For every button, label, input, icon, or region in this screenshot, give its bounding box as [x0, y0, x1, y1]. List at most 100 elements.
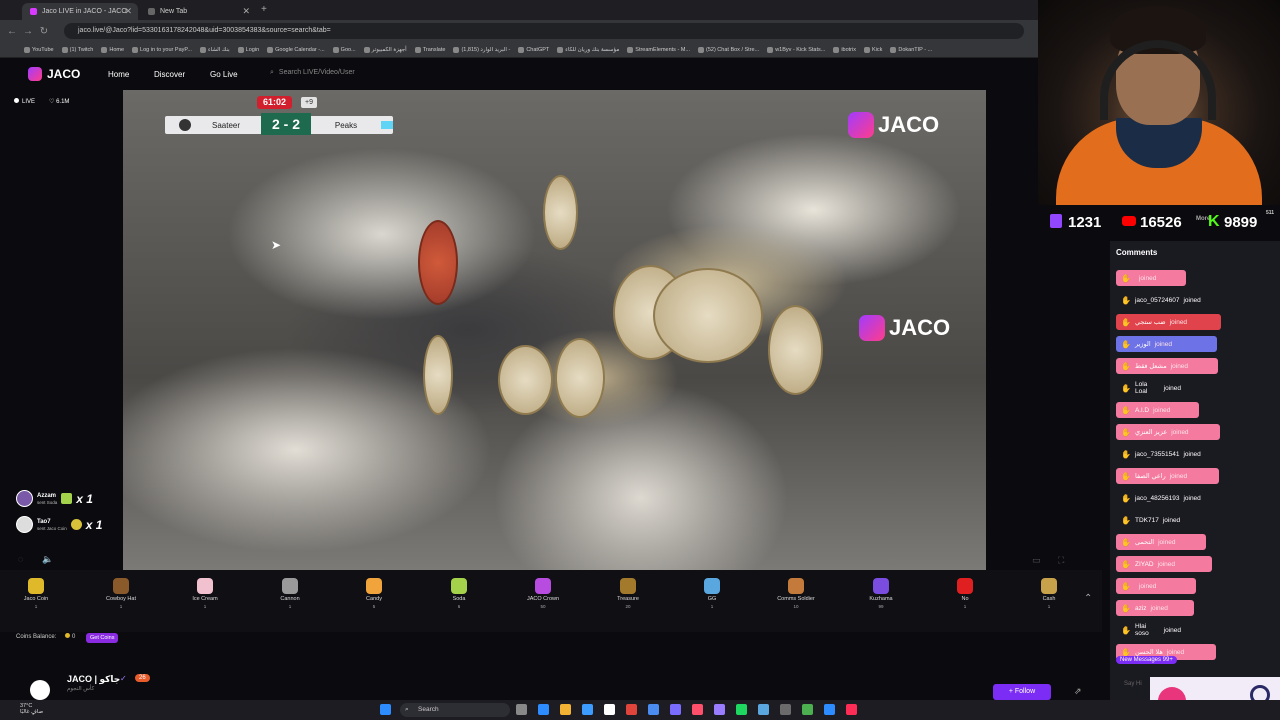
bookmark-item[interactable]: البريد الوارد (1,815) - — [453, 46, 510, 53]
close-tab-icon[interactable]: ✕ — [242, 6, 250, 17]
bookmark-item[interactable]: بنك الشاء — [199, 46, 230, 53]
bookmark-item[interactable]: (1) Twitch — [61, 46, 93, 53]
taskbar-app-icon[interactable] — [780, 704, 791, 715]
taskbar-app-icon[interactable] — [582, 704, 593, 715]
browser-tabbar: Jaco LIVE in JACO - JACO ✕ New Tab ✕ + — [0, 0, 1038, 20]
chat-placeholder: Say Hi — [1124, 681, 1142, 687]
chat-username[interactable]: ضب ستجي — [1135, 318, 1166, 326]
fullscreen-icon[interactable]: ⛶ — [1058, 555, 1064, 566]
chat-username[interactable]: راعي الصفا — [1135, 472, 1166, 480]
avatar[interactable] — [30, 680, 50, 700]
viewer-count: ♡ 6.1M — [49, 98, 69, 105]
chat-username[interactable]: هلا الحسن — [1135, 648, 1163, 656]
bookmark-item[interactable]: ChatGPT — [518, 46, 549, 53]
taskbar-app-icon[interactable] — [604, 704, 615, 715]
taskbar-app-icon[interactable] — [648, 704, 659, 715]
channel-name[interactable]: JACO | جاكو — [67, 674, 120, 685]
chat-username[interactable]: Lola Loal — [1135, 381, 1160, 395]
gift-item[interactable]: Comms Soldier 10 — [766, 578, 826, 609]
gift-item[interactable]: Treasure 20 — [598, 578, 658, 609]
theater-mode-icon[interactable]: ▭ — [1032, 555, 1041, 566]
gift-item[interactable]: Cash 1 — [1019, 578, 1079, 609]
nav-go-live[interactable]: Go Live — [210, 70, 238, 79]
gift-item[interactable]: No 1 — [935, 578, 995, 609]
gift-item[interactable]: Cowboy Hat 1 — [91, 578, 151, 609]
bookmark-item[interactable]: Google Calendar -... — [267, 46, 325, 53]
chat-username[interactable]: ZIYAD — [1135, 561, 1154, 568]
windows-start-icon[interactable] — [380, 704, 391, 715]
taskbar-app-icon[interactable] — [846, 704, 857, 715]
taskbar-app-icon[interactable] — [758, 704, 769, 715]
bookmark-item[interactable]: أجهزة الكمبيوتر — [363, 46, 407, 53]
chat-username[interactable]: TDK717 — [1135, 517, 1159, 524]
channel-info: JACO | جاكو ✓ 26 كأس النجوم + Follow ⇗ — [0, 646, 1102, 700]
gift-item[interactable]: Cannon 1 — [260, 578, 320, 609]
bookmark-item[interactable]: Log in to your PayP... — [132, 46, 192, 53]
taskbar-app-icon[interactable] — [670, 704, 681, 715]
taskbar-search[interactable]: ⌕ Search — [400, 703, 510, 717]
bookmark-item[interactable]: StreamElements - M... — [627, 46, 690, 53]
reload-icon[interactable]: ↻ — [36, 26, 52, 37]
gift-item[interactable]: Jaco Coin 1 — [6, 578, 66, 609]
chat-username[interactable]: aziz — [1135, 605, 1147, 612]
chat-username[interactable]: jaco_73551541 — [1135, 451, 1179, 458]
forward-icon[interactable]: → — [20, 26, 36, 37]
taskbar-app-icon[interactable] — [692, 704, 703, 715]
bookmark-item[interactable]: Translate — [414, 46, 445, 53]
taskbar-app-icon[interactable] — [824, 704, 835, 715]
chevron-up-icon[interactable]: ⌃ — [1084, 593, 1092, 604]
gift-item[interactable]: Ice Cream 1 — [175, 578, 235, 609]
bookmark-item[interactable]: DokanTIP - ... — [890, 46, 932, 53]
taskbar-app-icon[interactable] — [538, 704, 549, 715]
bookmark-favicon-icon — [132, 46, 139, 53]
bookmark-item[interactable]: ibotrix — [833, 46, 856, 53]
bookmark-item[interactable]: مؤسسة بنك وريان للكاء — [557, 46, 619, 53]
play-icon[interactable]: ◌ — [18, 554, 23, 564]
taskbar-app-icon[interactable] — [516, 704, 527, 715]
taskbar-app-icon[interactable] — [802, 704, 813, 715]
chat-username[interactable]: التحمى — [1135, 538, 1154, 546]
tab-newtab[interactable]: New Tab ✕ — [140, 3, 256, 20]
gift-item[interactable]: GG 1 — [682, 578, 742, 609]
tab-jaco[interactable]: Jaco LIVE in JACO - JACO ✕ — [22, 3, 138, 20]
bookmark-item[interactable]: Login — [237, 46, 259, 53]
search-input[interactable]: ⌕ Search LIVE/Video/User — [270, 69, 355, 77]
chat-username[interactable]: Hlai soso — [1135, 623, 1160, 637]
url-input[interactable]: jaco.live/@Jaco?lid=5330163178242048&uid… — [64, 23, 1024, 39]
chat-username[interactable]: jaco_05724607 — [1135, 297, 1179, 304]
new-tab-icon[interactable]: + — [261, 4, 267, 15]
chat-username[interactable]: A.l.D — [1135, 407, 1149, 414]
close-tab-icon[interactable]: ✕ — [124, 6, 132, 17]
bookmark-item[interactable]: Kick — [863, 46, 882, 53]
bookmark-item[interactable]: YouTube — [24, 46, 54, 53]
volume-icon[interactable]: 🔈 — [42, 554, 53, 565]
gift-item[interactable]: JACO Crown 50 — [513, 578, 573, 609]
jaco-watermark: JACO — [859, 315, 950, 341]
taskbar-app-icon[interactable] — [714, 704, 725, 715]
chat-username[interactable]: الوزير — [1135, 340, 1151, 348]
jaco-logo[interactable]: JACO — [28, 67, 80, 81]
bookmark-favicon-icon — [627, 46, 634, 53]
gift-item[interactable]: Soda 6 — [429, 578, 489, 609]
bookmark-item[interactable]: (52) Chat Box / Stre... — [698, 46, 759, 53]
follow-button[interactable]: + Follow — [993, 684, 1051, 700]
share-icon[interactable]: ⇗ — [1074, 686, 1082, 697]
bookmark-item[interactable]: w1Byv - Kick Stats... — [767, 46, 825, 53]
chat-username[interactable]: عزيز العنزي — [1135, 428, 1167, 436]
taskbar-app-icon[interactable] — [626, 704, 637, 715]
nav-discover[interactable]: Discover — [154, 70, 185, 79]
bookmark-item[interactable]: Goo... — [332, 46, 356, 53]
gift-item[interactable]: Candy 5 — [344, 578, 404, 609]
get-coins-button[interactable]: Get Coins — [86, 633, 119, 643]
gift-item[interactable]: Kuzhama 99 — [851, 578, 911, 609]
taskbar-app-icon[interactable] — [560, 704, 571, 715]
back-icon[interactable]: ← — [4, 26, 20, 37]
taskbar-app-icon[interactable] — [736, 704, 747, 715]
weather-widget[interactable]: 37°C صافٍ غالبًا — [6, 703, 43, 715]
chat-username[interactable]: مشعل فقط — [1135, 362, 1167, 370]
nav-home[interactable]: Home — [108, 70, 129, 79]
chat-username[interactable]: jaco_48256193 — [1135, 495, 1179, 502]
video-player[interactable]: 61:02 +9 Saateer 2 - 2 Peaks JACO JACO ➤ — [123, 90, 986, 570]
bookmark-item[interactable]: Home — [101, 46, 124, 53]
new-messages-button[interactable]: New Messages 99+ — [1116, 656, 1177, 664]
